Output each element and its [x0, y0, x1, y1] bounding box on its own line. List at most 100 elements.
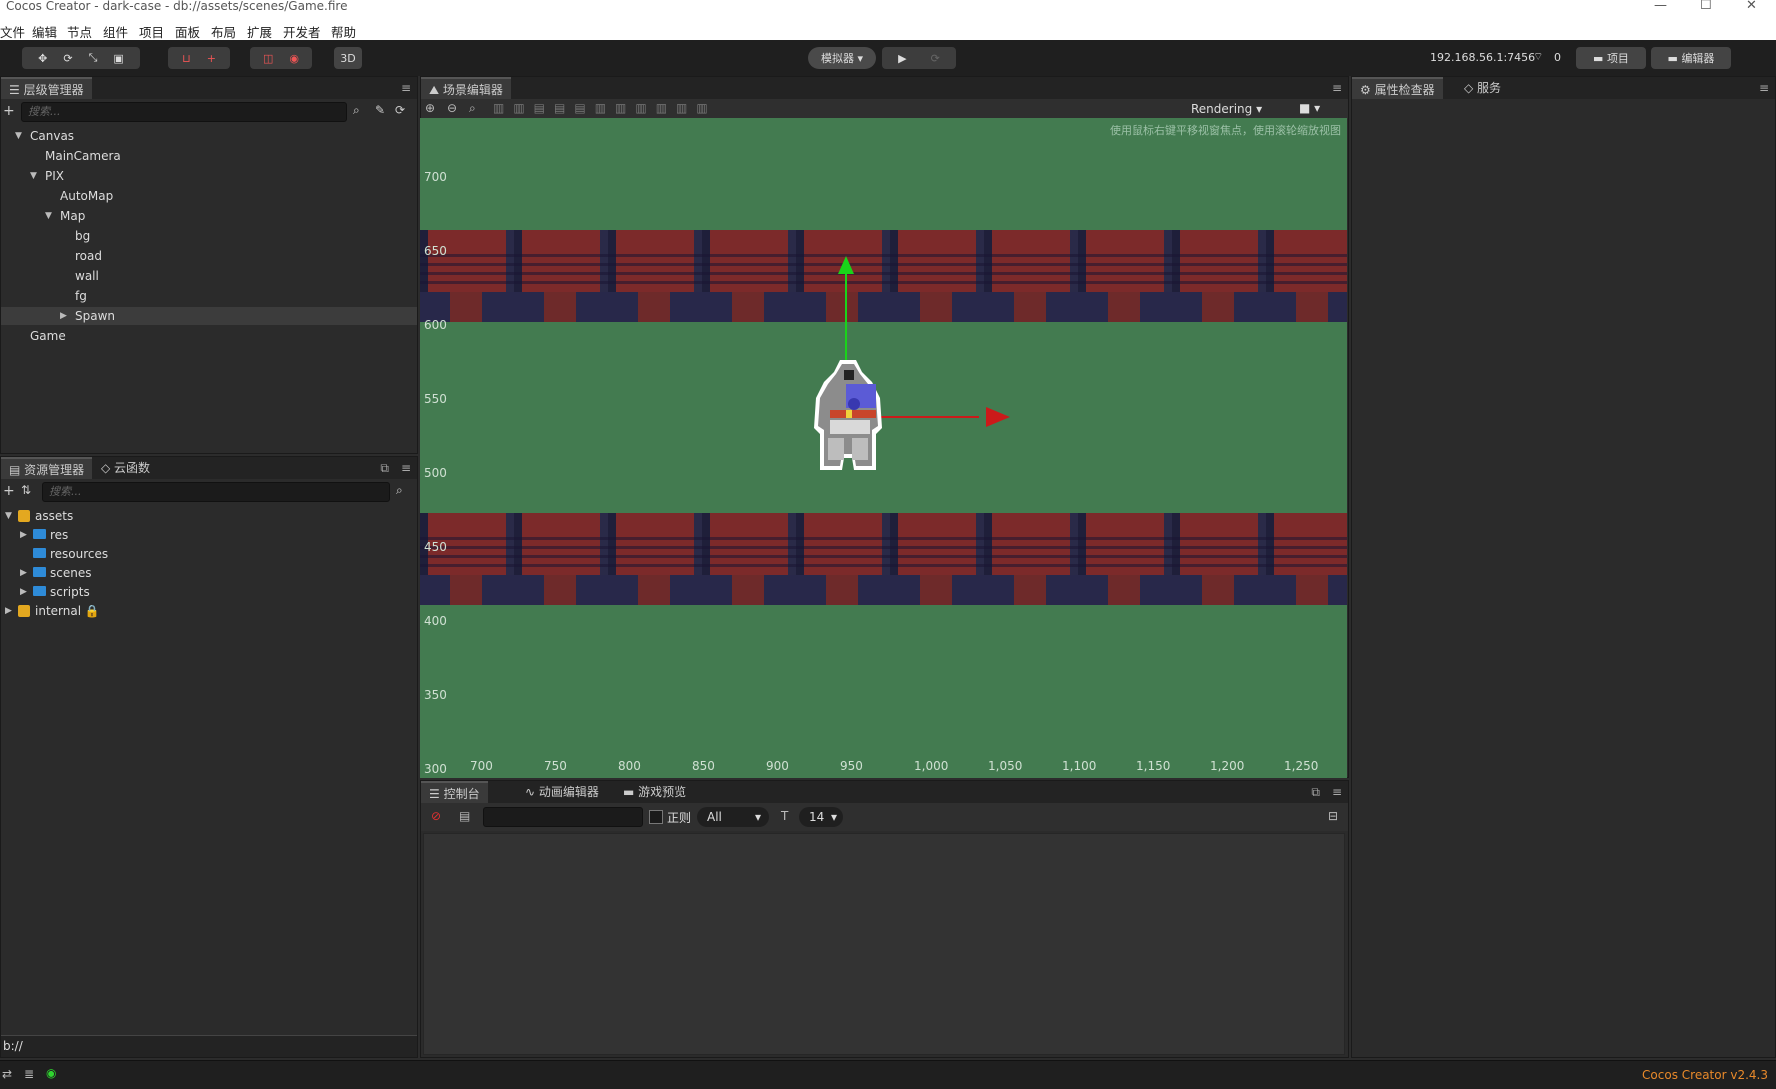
asset-item[interactable]: ▶ res: [1, 526, 417, 544]
add-node-icon[interactable]: +: [3, 103, 15, 119]
console-filter-input[interactable]: [483, 807, 643, 827]
menu-project[interactable]: 项目: [139, 22, 164, 41]
tab-inspector[interactable]: ⚙ 属性检查器: [1352, 77, 1443, 99]
play-icon[interactable]: ▶: [898, 52, 906, 65]
move-tool-icon[interactable]: ✥: [38, 52, 47, 65]
sort-icon[interactable]: ⇅: [21, 483, 31, 497]
open-project-button[interactable]: ▬ 项目: [1576, 47, 1646, 69]
zoom-reset-icon[interactable]: ⌕: [469, 101, 476, 116]
tab-assets[interactable]: ▤ 资源管理器: [1, 457, 93, 479]
menu-edit[interactable]: 编辑: [32, 22, 57, 41]
expand-arrow-icon[interactable]: ▼: [15, 127, 22, 145]
tab-animation-editor[interactable]: ∿ 动画编辑器: [517, 781, 607, 803]
panel-menu-icon[interactable]: ≡: [401, 81, 411, 95]
assets-search-input[interactable]: 搜索...: [42, 482, 390, 502]
rect-tool-icon[interactable]: ▣: [113, 52, 123, 65]
panel-menu-icon[interactable]: ≡: [401, 461, 411, 475]
panel-menu-icon[interactable]: ≡: [1759, 81, 1769, 95]
align-tools-icon[interactable]: ▥▥▤▤▤▥▥▥▥▥▥: [493, 101, 717, 115]
console-log-area[interactable]: [423, 833, 1345, 1055]
maximize-button[interactable]: ☐: [1700, 0, 1712, 12]
asset-item[interactable]: ▶ internal 🔒: [1, 602, 417, 620]
collapsed-arrow-icon[interactable]: ▶: [20, 564, 27, 582]
local-coord-icon[interactable]: ◫: [263, 52, 273, 65]
hierarchy-node[interactable]: Game: [1, 327, 417, 345]
locate-icon[interactable]: ✎: [375, 103, 385, 117]
eye-icon[interactable]: ◉: [46, 1066, 56, 1080]
clear-icon[interactable]: ⊘: [431, 809, 441, 823]
center-icon[interactable]: +: [207, 52, 216, 65]
menu-developer[interactable]: 开发者: [283, 22, 321, 41]
expand-arrow-icon[interactable]: ▼: [5, 507, 12, 525]
hierarchy-node[interactable]: bg: [1, 227, 417, 245]
refresh-icon[interactable]: ⟳: [931, 52, 940, 65]
refresh-icon[interactable]: ⟳: [395, 103, 405, 117]
3d-toggle-button[interactable]: 3D: [334, 47, 362, 69]
regex-checkbox[interactable]: [649, 810, 663, 824]
popout-icon[interactable]: ⧉: [1311, 785, 1320, 800]
tab-scene-editor[interactable]: ⛰ 场景编辑器: [421, 77, 511, 99]
close-button[interactable]: ✕: [1746, 0, 1757, 12]
collapsed-arrow-icon[interactable]: ▶: [60, 307, 67, 325]
tab-game-preview[interactable]: ▬ 游戏预览: [615, 781, 694, 803]
menu-component[interactable]: 组件: [103, 22, 128, 41]
player-sprite[interactable]: [810, 358, 886, 476]
hierarchy-node[interactable]: ▼ PIX: [1, 167, 417, 185]
pivot-icon[interactable]: ⊔: [182, 52, 191, 65]
log-level-select[interactable]: All ▾: [697, 807, 769, 827]
y-arrow-icon[interactable]: [838, 256, 854, 274]
scale-tool-icon[interactable]: ⤡: [89, 51, 98, 65]
rendering-select[interactable]: Rendering ▾: [1191, 102, 1262, 116]
hierarchy-node[interactable]: fg: [1, 287, 417, 305]
asset-item[interactable]: ▶ scenes: [1, 564, 417, 582]
simulator-select[interactable]: 模拟器 ▾: [808, 47, 876, 69]
add-asset-icon[interactable]: +: [3, 483, 15, 499]
database-icon[interactable]: ≣: [24, 1067, 34, 1081]
menu-help[interactable]: 帮助: [331, 22, 356, 41]
camera-icon[interactable]: ■ ▾: [1299, 101, 1320, 115]
panel-menu-icon[interactable]: ≡: [1332, 785, 1342, 799]
tab-services[interactable]: ◇ 服务: [1456, 77, 1509, 99]
hierarchy-node[interactable]: ▶ Spawn: [1, 307, 417, 325]
log-file-icon[interactable]: ▤: [459, 809, 470, 823]
hierarchy-node[interactable]: MainCamera: [1, 147, 417, 165]
hierarchy-node[interactable]: wall: [1, 267, 417, 285]
asset-item[interactable]: resources: [1, 545, 417, 563]
menu-node[interactable]: 节点: [67, 22, 92, 41]
asset-item[interactable]: ▼ assets: [1, 507, 417, 525]
popout-icon[interactable]: ⧉: [380, 461, 389, 476]
collapsed-arrow-icon[interactable]: ▶: [5, 602, 12, 620]
preview-ip[interactable]: 192.168.56.1:7456: [1430, 51, 1535, 64]
expand-arrow-icon[interactable]: ▼: [45, 207, 52, 225]
hierarchy-node[interactable]: road: [1, 247, 417, 265]
rotate-tool-icon[interactable]: ⟳: [63, 52, 72, 65]
sync-icon[interactable]: ⇄: [2, 1067, 12, 1081]
collapsed-arrow-icon[interactable]: ▶: [20, 583, 27, 601]
tab-hierarchy[interactable]: ☰ 层级管理器: [1, 77, 92, 99]
hierarchy-node[interactable]: ▼ Map: [1, 207, 417, 225]
search-icon[interactable]: ⌕: [396, 483, 403, 498]
global-coord-icon[interactable]: ◉: [289, 52, 299, 65]
hierarchy-search-input[interactable]: 搜索...: [21, 102, 347, 122]
tab-cloud-functions[interactable]: ◇ 云函数: [93, 457, 158, 479]
asset-item[interactable]: ▶ scripts: [1, 583, 417, 601]
menu-panel[interactable]: 面板: [175, 22, 200, 41]
open-editor-button[interactable]: ▬ 编辑器: [1651, 47, 1731, 69]
font-size-select[interactable]: 14 ▾: [799, 807, 843, 827]
menu-extension[interactable]: 扩展: [247, 22, 272, 41]
zoom-in-icon[interactable]: ⊕: [425, 101, 435, 115]
x-arrow-icon[interactable]: [986, 407, 1010, 427]
panel-menu-icon[interactable]: ≡: [1332, 81, 1342, 95]
expand-arrow-icon[interactable]: ▼: [30, 167, 37, 185]
menu-file[interactable]: 文件: [0, 22, 25, 41]
hierarchy-node[interactable]: AutoMap: [1, 187, 417, 205]
minimize-button[interactable]: —: [1654, 0, 1667, 12]
search-icon[interactable]: ⌕: [353, 103, 360, 118]
hierarchy-node[interactable]: ▼ Canvas: [1, 127, 417, 145]
zoom-out-icon[interactable]: ⊖: [447, 101, 457, 115]
collapsed-arrow-icon[interactable]: ▶: [20, 526, 27, 544]
collapse-icon[interactable]: ⊟: [1328, 809, 1338, 823]
tab-console[interactable]: ☰ 控制台: [421, 781, 488, 803]
scene-viewport[interactable]: 使用鼠标右键平移视窗焦点，使用滚轮缩放视图 700 650 600 550 500 450…: [420, 118, 1347, 778]
menu-layout[interactable]: 布局: [211, 22, 236, 41]
